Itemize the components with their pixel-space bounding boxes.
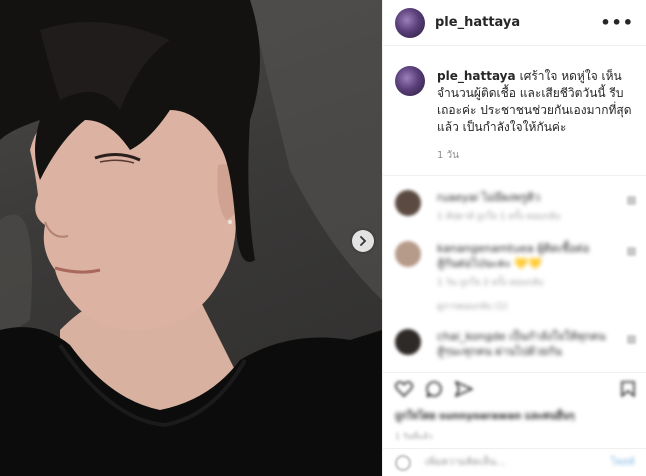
heart-icon[interactable] xyxy=(627,247,636,256)
emoji-icon[interactable] xyxy=(395,454,411,471)
comment-item: kanangenamtuea ผู้ติดเชื้อต่อ สู้กันต่อไ… xyxy=(383,241,646,313)
add-comment-bar: เพิ่มความคิดเห็น... โพสต์ xyxy=(383,448,646,476)
caption-username[interactable]: ple_hattaya xyxy=(437,69,516,83)
comment-text: chai_kongde เป็นกำลังใจให้ทุกคน xyxy=(437,330,606,343)
caption-text: ple_hattaya เศร้าใจ หดหู่ใจ เห็นจำนวนผู้ต… xyxy=(437,68,634,136)
next-arrow-icon xyxy=(360,236,367,246)
post-comment-button[interactable]: โพสต์ xyxy=(610,455,635,470)
comment-meta[interactable]: 1 สัปดาห์ ถูกใจ 1 ครั้ง ตอบกลับ xyxy=(437,209,560,223)
username-link[interactable]: ple_hattaya xyxy=(435,15,520,30)
comment-input[interactable]: เพิ่มความคิดเห็น... xyxy=(425,455,506,470)
comment-text-2: สู้กันต่อไปนะคะ 💛💛 xyxy=(437,257,542,270)
heart-icon[interactable] xyxy=(627,196,636,205)
more-options-icon[interactable]: ••• xyxy=(600,13,634,32)
post-photo[interactable] xyxy=(0,0,382,476)
divider xyxy=(383,175,646,176)
next-photo-button[interactable] xyxy=(352,230,374,252)
comment-icon[interactable] xyxy=(425,381,443,401)
comment-avatar[interactable] xyxy=(395,241,421,267)
share-icon[interactable] xyxy=(454,380,474,401)
heart-icon[interactable] xyxy=(627,335,636,344)
comment-meta[interactable]: 1 วัน ถูกใจ 2 ครั้ง ตอบกลับ xyxy=(437,275,589,289)
posted-time: 1 วันที่แล้ว xyxy=(395,432,433,441)
post-time: 1 วัน xyxy=(437,150,459,161)
comment-text: kanangenamtuea ผู้ติดเชื้อต่อ xyxy=(437,242,590,255)
caption: ple_hattaya เศร้าใจ หดหู่ใจ เห็นจำนวนผู้ต… xyxy=(383,46,646,136)
comment-item: ruaeyai ไม่มีผงพรูติว 1 สัปดาห์ ถูกใจ 1 … xyxy=(383,190,646,223)
comment-text-2: สู้ๆนะทุกคน ผ่านไปด้วยกัน xyxy=(437,345,562,358)
avatar[interactable] xyxy=(395,7,425,38)
likes-count[interactable]: ถูกใจโดย sunnyoarawan และคนอื่นๆ xyxy=(395,409,635,424)
caption-avatar[interactable] xyxy=(395,66,425,96)
selfie-image xyxy=(0,0,382,476)
view-replies-link[interactable]: ดูการตอบกลับ (1) xyxy=(437,299,589,313)
bookmark-icon[interactable] xyxy=(621,381,635,401)
post-header: ple_hattaya ••• xyxy=(383,0,646,46)
post-side-panel: ple_hattaya ••• ple_hattaya เศร้าใจ หดหู่… xyxy=(382,0,646,476)
heart-icon[interactable] xyxy=(394,381,414,401)
comment-text: ruaeyai ไม่มีผงพรูติว xyxy=(437,191,541,204)
comment-item: chai_kongde เป็นกำลังใจให้ทุกคน สู้ๆนะทุ… xyxy=(383,329,646,359)
action-bar: ถูกใจโดย sunnyoarawan และคนอื่นๆ 1 วันที… xyxy=(383,372,646,443)
comment-avatar[interactable] xyxy=(395,329,421,355)
comment-avatar[interactable] xyxy=(395,190,421,216)
